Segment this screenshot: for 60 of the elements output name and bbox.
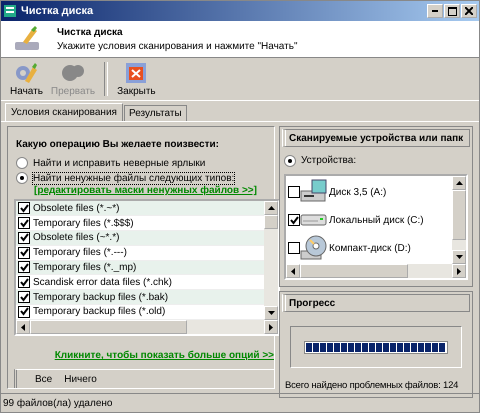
close-button[interactable] — [461, 4, 477, 18]
app-icon — [3, 4, 17, 18]
checkbox[interactable] — [18, 232, 30, 244]
hard-drive-icon — [300, 214, 328, 226]
radio-option[interactable]: Найти ненужные файлы следующих типов: — [14, 170, 274, 186]
scroll-right-icon — [456, 268, 462, 274]
select-button[interactable]: Все — [31, 374, 56, 385]
scroll-up-icon — [456, 180, 462, 186]
checkbox[interactable] — [18, 306, 30, 318]
minimize-icon — [432, 10, 438, 12]
scroll-down-icon — [268, 310, 274, 316]
start-button[interactable]: Начать — [7, 60, 46, 98]
radio-option[interactable]: Устройства: — [282, 153, 470, 168]
checkbox[interactable] — [18, 276, 30, 288]
summary-text: Всего найдено проблемных файлов: 124 — [285, 380, 458, 391]
scroll-left-icon — [290, 268, 296, 274]
checkbox[interactable] — [288, 242, 300, 254]
minimize-button[interactable] — [427, 4, 443, 18]
header-title: Чистка диска — [57, 26, 124, 38]
checkbox[interactable] — [18, 246, 30, 259]
window-title: Чистка диска — [21, 5, 94, 17]
close-button[interactable]: Закрыть — [114, 60, 159, 98]
device-item[interactable]: Локальный диск (C:) — [288, 206, 450, 234]
tab[interactable]: Условия сканирования — [5, 103, 123, 121]
scroll-thumb[interactable] — [264, 215, 278, 230]
checkbox[interactable] — [18, 291, 30, 304]
horizontal-scrollbar[interactable] — [286, 264, 466, 278]
file-type-item[interactable]: Temporary files (*._mp) — [16, 260, 264, 276]
close-icon — [124, 61, 148, 85]
header-subtitle: Укажите условия сканирования и нажмите "Начать" — [57, 40, 298, 52]
scroll-left-icon — [20, 324, 26, 331]
radio-option[interactable]: Найти и исправить неверные ярлыки — [14, 156, 274, 171]
checkbox[interactable] — [18, 202, 30, 214]
scroll-up-icon — [268, 205, 274, 212]
checkbox[interactable] — [18, 217, 30, 230]
scroll-down-icon — [456, 254, 462, 260]
file-type-item[interactable]: Obsolete files (~*.*) — [16, 230, 264, 246]
panel-title: Прогресс — [289, 298, 336, 308]
maximize-icon — [448, 6, 456, 16]
device-item[interactable]: Компакт-диск (D:) — [288, 234, 450, 262]
device-item[interactable]: Диск 3,5 (A:) — [288, 178, 450, 206]
file-type-item[interactable]: Temporary backup files (*.bak) — [16, 290, 264, 305]
checkbox[interactable] — [18, 261, 30, 274]
checkbox[interactable] — [288, 214, 300, 226]
checkbox[interactable] — [288, 186, 300, 198]
horizontal-scrollbar[interactable] — [16, 320, 278, 334]
scroll-right-icon — [268, 324, 274, 331]
file-type-item[interactable]: Obsolete files (*.~*) — [16, 201, 264, 216]
maximize-button[interactable] — [444, 4, 460, 18]
cd-drive-icon — [300, 235, 328, 261]
panel-title: Сканируемые устройства или папк — [289, 132, 464, 144]
tab[interactable]: Результаты — [124, 105, 187, 121]
question-text: Какую операцию Вы желаете поизвести: — [16, 139, 220, 150]
gear-broom-icon — [13, 61, 40, 85]
scroll-thumb[interactable] — [452, 190, 466, 240]
vertical-scrollbar[interactable] — [452, 176, 466, 264]
vertical-scrollbar[interactable] — [264, 201, 278, 320]
status-text: 99 файлов(ла) удалено — [3, 398, 112, 408]
close-icon — [465, 7, 473, 15]
select-button[interactable]: Ничего — [60, 374, 101, 385]
